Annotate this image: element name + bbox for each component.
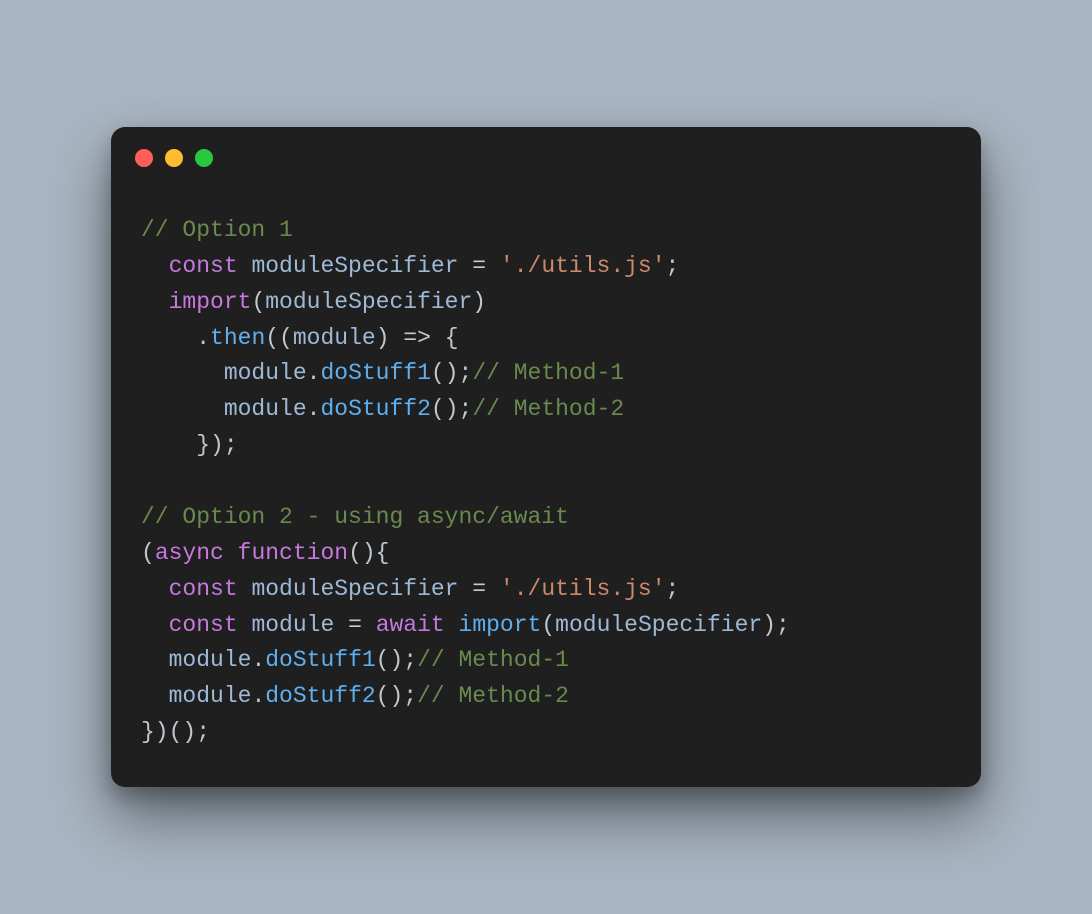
code-line: // Option 2 - using async/await [141, 500, 951, 536]
window-titlebar [111, 127, 981, 167]
code-line: module.doStuff1();// Method-1 [141, 356, 951, 392]
code-line: module.doStuff2();// Method-2 [141, 392, 951, 428]
code-line: module.doStuff1();// Method-1 [141, 643, 951, 679]
zoom-icon[interactable] [195, 149, 213, 167]
code-line: })(); [141, 715, 951, 751]
code-line: // Option 1 [141, 213, 951, 249]
code-line: import(moduleSpecifier) [141, 285, 951, 321]
code-line [141, 464, 951, 500]
close-icon[interactable] [135, 149, 153, 167]
code-block[interactable]: // Option 1 const moduleSpecifier = './u… [111, 167, 981, 751]
code-line: }); [141, 428, 951, 464]
code-line: const module = await import(moduleSpecif… [141, 608, 951, 644]
code-line: const moduleSpecifier = './utils.js'; [141, 572, 951, 608]
code-window: // Option 1 const moduleSpecifier = './u… [111, 127, 981, 787]
minimize-icon[interactable] [165, 149, 183, 167]
code-line: .then((module) => { [141, 321, 951, 357]
code-line: const moduleSpecifier = './utils.js'; [141, 249, 951, 285]
code-line: module.doStuff2();// Method-2 [141, 679, 951, 715]
code-line: (async function(){ [141, 536, 951, 572]
